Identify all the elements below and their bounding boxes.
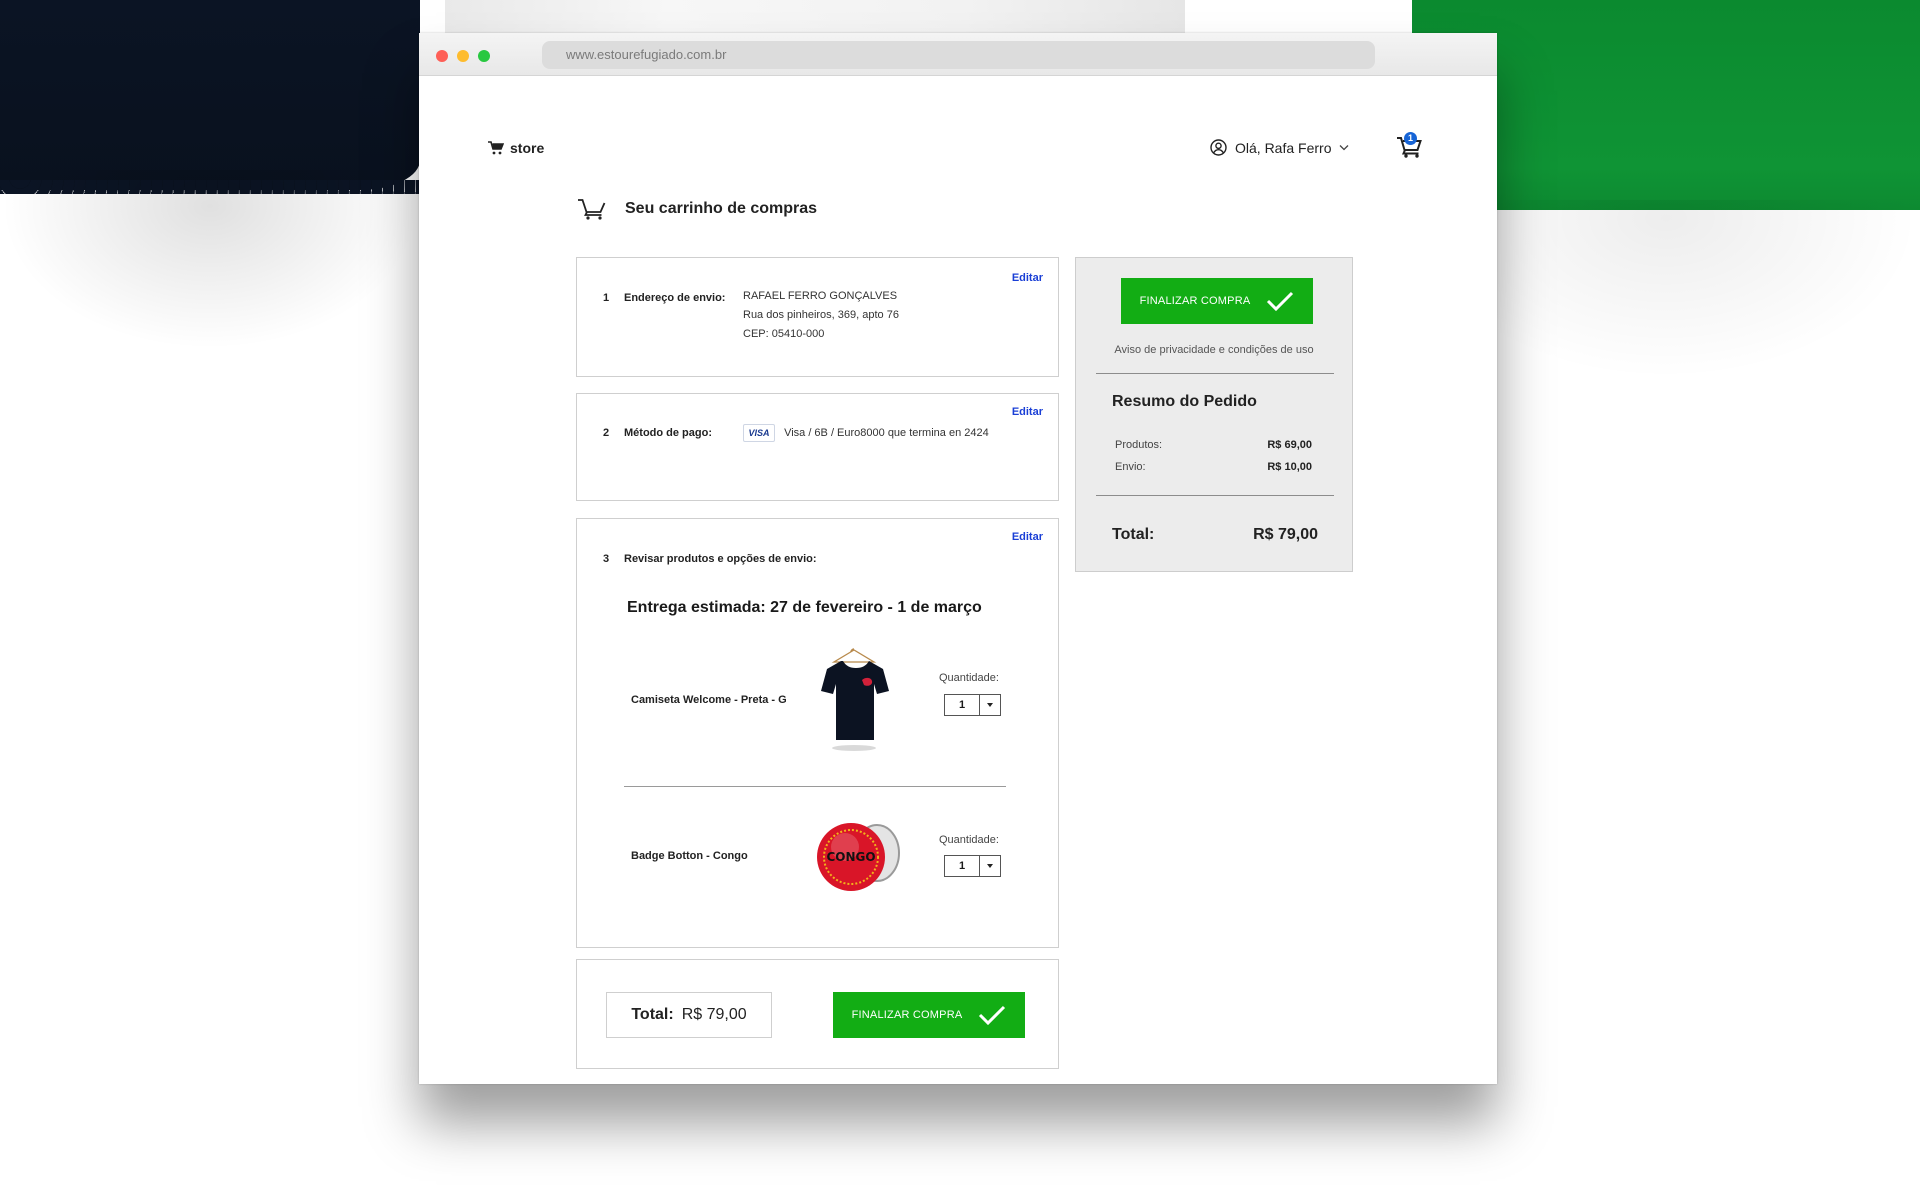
quantity-value: 1: [945, 695, 980, 715]
user-icon: [1210, 139, 1227, 156]
total-box: Total: R$ 79,00: [606, 992, 772, 1038]
summary-divider: [1096, 373, 1334, 374]
step-label: Endereço de envio:: [624, 292, 726, 304]
product-divider: [624, 786, 1006, 787]
estimated-delivery: Entrega estimada: 27 de fevereiro - 1 de…: [627, 599, 982, 616]
quantity-label: Quantidade:: [939, 834, 999, 846]
total-value: R$ 79,00: [681, 1006, 747, 1023]
checkout-button[interactable]: FINALIZAR COMPRA: [1121, 278, 1313, 324]
payment-method-panel: Editar 2 Método de pago: VISA Visa / 6B …: [576, 393, 1059, 501]
payment-card: VISA Visa / 6B / Euro8000 que termina en…: [743, 424, 989, 443]
step-label: Revisar produtos e opções de envio:: [624, 553, 817, 565]
quantity-label: Quantidade:: [939, 672, 999, 684]
quantity-select[interactable]: 1: [944, 855, 1001, 877]
shipping-label: Envio:: [1115, 461, 1146, 473]
chevron-down-icon: [1340, 145, 1349, 151]
badge-text: CONGO: [826, 850, 875, 864]
address-bar[interactable]: www.estourefugiado.com.br: [542, 41, 1375, 69]
badge-image: CONGO: [817, 823, 900, 891]
page-title: Seu carrinho de compras: [577, 198, 817, 220]
products-subtotal-row: Produtos: R$ 69,00: [1115, 439, 1312, 451]
user-greeting: Olá, Rafa Ferro: [1235, 139, 1332, 156]
quantity-select[interactable]: 1: [944, 694, 1001, 716]
step-label: Método de pago:: [624, 427, 712, 439]
checkout-button[interactable]: FINALIZAR COMPRA: [833, 992, 1025, 1038]
browser-window: www.estourefugiado.com.br store Olá, Raf…: [419, 33, 1497, 1084]
total-label: Total:: [631, 1006, 674, 1023]
products-label: Produtos:: [1115, 439, 1163, 451]
shipping-cost-row: Envio: R$ 10,00: [1115, 461, 1312, 473]
card-description: Visa / 6B / Euro8000 que termina en 2424: [784, 427, 989, 439]
store-logo[interactable]: store: [488, 140, 544, 156]
page-title-text: Seu carrinho de compras: [625, 200, 818, 217]
order-summary: FINALIZAR COMPRA Aviso de privacidade e …: [1075, 257, 1353, 572]
dropdown-arrow-icon[interactable]: [980, 695, 1000, 715]
product-name: Badge Botton - Congo: [631, 850, 748, 862]
shipping-address: RAFAEL FERRO GONÇALVES Rua dos pinheiros…: [743, 287, 899, 344]
product-name: Camiseta Welcome - Preta - G: [631, 694, 787, 706]
minimize-window-button[interactable]: [457, 50, 469, 62]
street-address: Rua dos pinheiros, 369, apto 76: [743, 309, 899, 321]
checkout-button-label: FINALIZAR COMPRA: [851, 1009, 963, 1021]
edit-shipping-link[interactable]: Editar: [1012, 272, 1043, 284]
shipping-value: R$ 10,00: [1267, 461, 1312, 473]
step-number: 3: [603, 553, 610, 565]
products-value: R$ 69,00: [1267, 439, 1312, 451]
recipient-name: RAFAEL FERRO GONÇALVES: [743, 290, 898, 302]
visa-card-icon: VISA: [743, 424, 775, 443]
browser-titlebar: www.estourefugiado.com.br: [419, 33, 1497, 76]
cart-small-icon: [488, 141, 504, 155]
close-window-button[interactable]: [436, 50, 448, 62]
edit-products-link[interactable]: Editar: [1012, 531, 1043, 543]
maximize-window-button[interactable]: [478, 50, 490, 62]
shopping-cart-icon: [578, 199, 606, 220]
checkmark-icon: [1267, 291, 1294, 311]
background-dark-shirt: [0, 0, 420, 194]
brand-label: store: [510, 140, 545, 156]
privacy-link[interactable]: Aviso de privacidade e condições de uso: [1076, 344, 1352, 356]
summary-title: Resumo do Pedido: [1112, 393, 1257, 410]
review-products-panel: Editar 3 Revisar produtos e opções de en…: [576, 518, 1059, 948]
step-number: 2: [603, 427, 610, 439]
step-number: 1: [603, 292, 610, 304]
summary-total-value: R$ 79,00: [1253, 526, 1318, 543]
dropdown-arrow-icon[interactable]: [980, 856, 1000, 876]
shipping-address-panel: Editar 1 Endereço de envio: RAFAEL FERRO…: [576, 257, 1059, 377]
cart-count-badge: 1: [1404, 132, 1417, 145]
checkmark-icon: [979, 1005, 1006, 1025]
tshirt-image: [821, 648, 889, 751]
checkout-button-label: FINALIZAR COMPRA: [1139, 295, 1251, 307]
summary-divider: [1096, 495, 1334, 496]
background-shadow: [0, 170, 420, 350]
summary-total-label: Total:: [1112, 526, 1155, 543]
user-menu[interactable]: Olá, Rafa Ferro: [1210, 139, 1349, 156]
quantity-value: 1: [945, 856, 980, 876]
summary-total-row: Total: R$ 79,00: [1112, 526, 1318, 544]
page-content: store Olá, Rafa Ferro 1 Seu carrinho de …: [419, 76, 1497, 1084]
order-total-panel: Total: R$ 79,00 FINALIZAR COMPRA: [576, 959, 1059, 1069]
postal-code: CEP: 05410-000: [743, 328, 825, 340]
edit-payment-link[interactable]: Editar: [1012, 406, 1043, 418]
